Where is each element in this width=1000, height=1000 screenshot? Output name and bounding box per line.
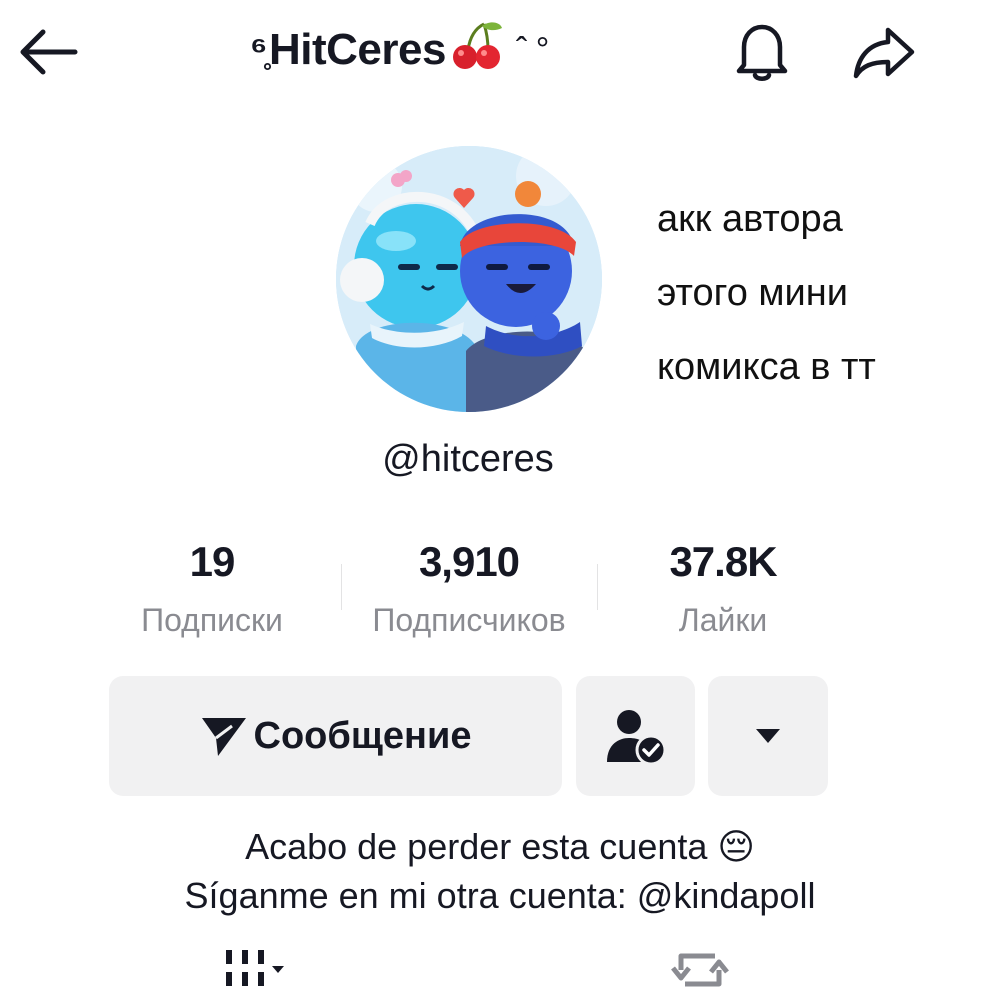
bell-icon — [736, 24, 788, 81]
notifications-button[interactable] — [722, 16, 802, 88]
share-button[interactable] — [846, 16, 922, 88]
overlay-caption-line-1: акк автора — [657, 198, 843, 240]
stats-divider — [597, 564, 598, 610]
followers-stat[interactable]: 3,910 Подписчиков — [349, 538, 589, 639]
overlay-caption-line-2: этого мини — [657, 272, 848, 314]
tab-reposts[interactable] — [650, 940, 750, 1000]
message-button[interactable]: Сообщение — [109, 676, 562, 796]
caret-down-icon — [756, 729, 780, 743]
following-stat[interactable]: 19 Подписки — [92, 538, 332, 639]
share-icon — [853, 27, 915, 79]
title-decoration-left: ⁶̥ — [250, 28, 268, 71]
repost-icon — [671, 953, 729, 987]
following-status-button[interactable] — [576, 676, 695, 796]
profile-bio: Acabo de perder esta cuenta 😔 Síganme en… — [60, 822, 940, 920]
avatar[interactable] — [336, 146, 602, 412]
title-decoration-right: ˆ ° — [515, 30, 549, 69]
send-icon — [201, 718, 246, 756]
message-button-label: Сообщение — [253, 714, 472, 757]
following-count: 19 — [189, 538, 236, 585]
likes-stat[interactable]: 37.8K Лайки — [603, 538, 843, 639]
overlay-caption-line-3: комикса в тт — [657, 346, 876, 388]
profile-title: ⁶̥ HitCeres ˆ ° — [250, 20, 670, 80]
bio-line-1: Acabo de perder esta cuenta 😔 — [245, 826, 755, 867]
likes-count: 37.8K — [669, 538, 777, 585]
grid-icon — [226, 950, 284, 986]
back-arrow-icon — [20, 29, 78, 75]
suggested-accounts-button[interactable] — [708, 676, 828, 796]
followers-count: 3,910 — [418, 538, 520, 585]
stats-divider — [341, 564, 342, 610]
person-check-icon — [606, 710, 666, 766]
pensive-emoji-icon: 😔 — [717, 826, 755, 867]
tab-videos[interactable] — [200, 940, 300, 1000]
bio-line-2: Síganme en mi otra cuenta: @kindapoll — [184, 875, 816, 916]
username: @hitceres — [382, 438, 554, 480]
back-button[interactable] — [10, 18, 86, 86]
cherry-icon — [448, 20, 504, 81]
followers-label: Подписчиков — [372, 602, 566, 638]
likes-label: Лайки — [678, 602, 768, 638]
profile-title-text: HitCeres — [269, 25, 446, 74]
following-label: Подписки — [141, 602, 283, 638]
